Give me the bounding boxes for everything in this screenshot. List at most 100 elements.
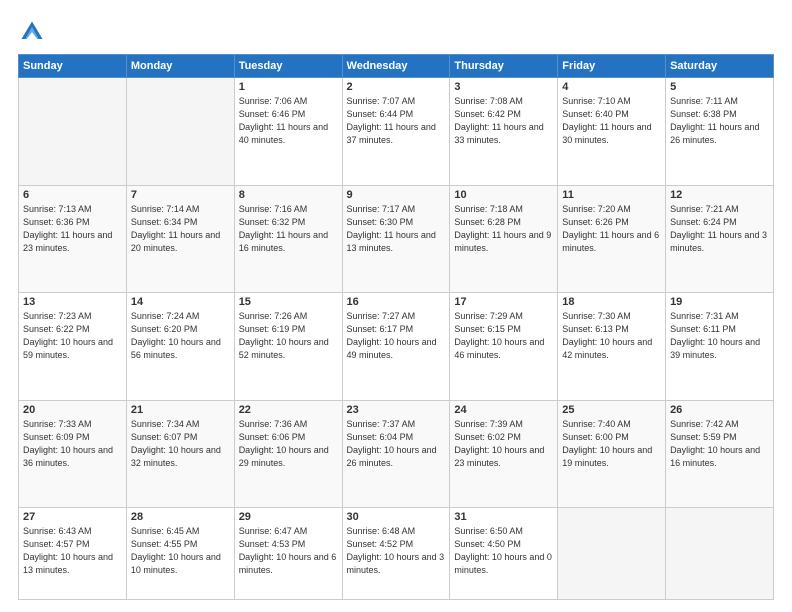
header-thursday: Thursday — [450, 55, 558, 78]
day-number: 23 — [347, 404, 446, 416]
header-saturday: Saturday — [666, 55, 774, 78]
day-number: 2 — [347, 81, 446, 93]
calendar-cell: 24 Sunrise: 7:39 AM Sunset: 6:02 PM Dayli… — [450, 400, 558, 508]
week-row-1: 1 Sunrise: 7:06 AM Sunset: 6:46 PM Daylig… — [19, 78, 774, 186]
week-row-3: 13Sunrise: 7:23 AM Sunset: 6:22 PM Dayli… — [19, 293, 774, 401]
cell-info: Sunrise: 7:24 AM Sunset: 6:20 PM Dayligh… — [131, 310, 230, 362]
day-number: 12 — [670, 189, 769, 201]
day-number: 29 — [239, 511, 338, 523]
calendar-cell: 25 Sunrise: 7:40 AM Sunset: 6:00 PM Dayli… — [558, 400, 666, 508]
calendar-cell — [666, 508, 774, 600]
calendar-cell: 4 Sunrise: 7:10 AM Sunset: 6:40 PM Daylig… — [558, 78, 666, 186]
calendar-cell: 6Sunrise: 7:13 AM Sunset: 6:36 PM Daylig… — [19, 185, 127, 293]
header — [18, 18, 774, 46]
cell-info: Sunrise: 7:10 AM Sunset: 6:40 PM Dayligh… — [562, 95, 661, 147]
cell-info: Sunrise: 7:42 AM Sunset: 5:59 PM Dayligh… — [670, 418, 769, 470]
cell-info: Sunrise: 7:30 AM Sunset: 6:13 PM Dayligh… — [562, 310, 661, 362]
cell-info: Sunrise: 7:06 AM Sunset: 6:46 PM Dayligh… — [239, 95, 338, 147]
calendar-cell: 14 Sunrise: 7:24 AM Sunset: 6:20 PM Dayli… — [126, 293, 234, 401]
cell-info: Sunrise: 7:07 AM Sunset: 6:44 PM Dayligh… — [347, 95, 446, 147]
calendar-header-row: SundayMondayTuesdayWednesdayThursdayFrid… — [19, 55, 774, 78]
calendar-cell: 5Sunrise: 7:11 AM Sunset: 6:38 PM Daylig… — [666, 78, 774, 186]
calendar-cell — [19, 78, 127, 186]
day-number: 7 — [131, 189, 230, 201]
cell-info: Sunrise: 7:21 AM Sunset: 6:24 PM Dayligh… — [670, 203, 769, 255]
calendar-cell — [558, 508, 666, 600]
day-number: 11 — [562, 189, 661, 201]
day-number: 20 — [23, 404, 122, 416]
calendar-cell: 2 Sunrise: 7:07 AM Sunset: 6:44 PM Daylig… — [342, 78, 450, 186]
calendar-cell: 22Sunrise: 7:36 AM Sunset: 6:06 PM Dayli… — [234, 400, 342, 508]
cell-info: Sunrise: 7:26 AM Sunset: 6:19 PM Dayligh… — [239, 310, 338, 362]
cell-info: Sunrise: 7:40 AM Sunset: 6:00 PM Dayligh… — [562, 418, 661, 470]
calendar-cell: 7 Sunrise: 7:14 AM Sunset: 6:34 PM Daylig… — [126, 185, 234, 293]
day-number: 24 — [454, 404, 553, 416]
cell-info: Sunrise: 7:33 AM Sunset: 6:09 PM Dayligh… — [23, 418, 122, 470]
cell-info: Sunrise: 7:11 AM Sunset: 6:38 PM Dayligh… — [670, 95, 769, 147]
day-number: 25 — [562, 404, 661, 416]
day-number: 19 — [670, 296, 769, 308]
day-number: 4 — [562, 81, 661, 93]
day-number: 31 — [454, 511, 553, 523]
calendar-cell: 19Sunrise: 7:31 AM Sunset: 6:11 PM Dayli… — [666, 293, 774, 401]
day-number: 26 — [670, 404, 769, 416]
logo — [18, 18, 50, 46]
calendar-cell: 18Sunrise: 7:30 AM Sunset: 6:13 PM Dayli… — [558, 293, 666, 401]
calendar-cell: 11 Sunrise: 7:20 AM Sunset: 6:26 PM Dayli… — [558, 185, 666, 293]
cell-info: Sunrise: 6:50 AM Sunset: 4:50 PM Dayligh… — [454, 525, 553, 577]
header-tuesday: Tuesday — [234, 55, 342, 78]
calendar-cell: 10 Sunrise: 7:18 AM Sunset: 6:28 PM Dayli… — [450, 185, 558, 293]
day-number: 6 — [23, 189, 122, 201]
week-row-5: 27Sunrise: 6:43 AM Sunset: 4:57 PM Dayli… — [19, 508, 774, 600]
day-number: 8 — [239, 189, 338, 201]
page: SundayMondayTuesdayWednesdayThursdayFrid… — [0, 0, 792, 612]
calendar-cell: 3Sunrise: 7:08 AM Sunset: 6:42 PM Daylig… — [450, 78, 558, 186]
day-number: 27 — [23, 511, 122, 523]
calendar-cell: 20 Sunrise: 7:33 AM Sunset: 6:09 PM Dayli… — [19, 400, 127, 508]
day-number: 16 — [347, 296, 446, 308]
header-monday: Monday — [126, 55, 234, 78]
day-number: 21 — [131, 404, 230, 416]
day-number: 14 — [131, 296, 230, 308]
calendar-cell: 9Sunrise: 7:17 AM Sunset: 6:30 PM Daylig… — [342, 185, 450, 293]
cell-info: Sunrise: 7:39 AM Sunset: 6:02 PM Dayligh… — [454, 418, 553, 470]
day-number: 30 — [347, 511, 446, 523]
calendar-cell: 15 Sunrise: 7:26 AM Sunset: 6:19 PM Dayli… — [234, 293, 342, 401]
cell-info: Sunrise: 7:34 AM Sunset: 6:07 PM Dayligh… — [131, 418, 230, 470]
header-wednesday: Wednesday — [342, 55, 450, 78]
calendar-cell: 12 Sunrise: 7:21 AM Sunset: 6:24 PM Dayli… — [666, 185, 774, 293]
week-row-4: 20 Sunrise: 7:33 AM Sunset: 6:09 PM Dayli… — [19, 400, 774, 508]
calendar-cell: 27Sunrise: 6:43 AM Sunset: 4:57 PM Dayli… — [19, 508, 127, 600]
cell-info: Sunrise: 6:45 AM Sunset: 4:55 PM Dayligh… — [131, 525, 230, 577]
calendar-cell: 21 Sunrise: 7:34 AM Sunset: 6:07 PM Dayli… — [126, 400, 234, 508]
calendar-cell: 13Sunrise: 7:23 AM Sunset: 6:22 PM Dayli… — [19, 293, 127, 401]
cell-info: Sunrise: 6:48 AM Sunset: 4:52 PM Dayligh… — [347, 525, 446, 577]
day-number: 1 — [239, 81, 338, 93]
calendar-cell: 30 Sunrise: 6:48 AM Sunset: 4:52 PM Dayli… — [342, 508, 450, 600]
calendar-cell: 31 Sunrise: 6:50 AM Sunset: 4:50 PM Dayli… — [450, 508, 558, 600]
header-sunday: Sunday — [19, 55, 127, 78]
calendar-cell: 16 Sunrise: 7:27 AM Sunset: 6:17 PM Dayli… — [342, 293, 450, 401]
day-number: 28 — [131, 511, 230, 523]
calendar-cell: 26 Sunrise: 7:42 AM Sunset: 5:59 PM Dayli… — [666, 400, 774, 508]
cell-info: Sunrise: 7:37 AM Sunset: 6:04 PM Dayligh… — [347, 418, 446, 470]
logo-icon — [18, 18, 46, 46]
week-row-2: 6Sunrise: 7:13 AM Sunset: 6:36 PM Daylig… — [19, 185, 774, 293]
cell-info: Sunrise: 7:27 AM Sunset: 6:17 PM Dayligh… — [347, 310, 446, 362]
cell-info: Sunrise: 7:20 AM Sunset: 6:26 PM Dayligh… — [562, 203, 661, 255]
calendar-cell: 17Sunrise: 7:29 AM Sunset: 6:15 PM Dayli… — [450, 293, 558, 401]
calendar-cell: 8Sunrise: 7:16 AM Sunset: 6:32 PM Daylig… — [234, 185, 342, 293]
cell-info: Sunrise: 7:23 AM Sunset: 6:22 PM Dayligh… — [23, 310, 122, 362]
day-number: 10 — [454, 189, 553, 201]
day-number: 3 — [454, 81, 553, 93]
calendar-cell: 1 Sunrise: 7:06 AM Sunset: 6:46 PM Daylig… — [234, 78, 342, 186]
cell-info: Sunrise: 7:14 AM Sunset: 6:34 PM Dayligh… — [131, 203, 230, 255]
day-number: 9 — [347, 189, 446, 201]
day-number: 15 — [239, 296, 338, 308]
cell-info: Sunrise: 7:29 AM Sunset: 6:15 PM Dayligh… — [454, 310, 553, 362]
cell-info: Sunrise: 6:47 AM Sunset: 4:53 PM Dayligh… — [239, 525, 338, 577]
cell-info: Sunrise: 7:18 AM Sunset: 6:28 PM Dayligh… — [454, 203, 553, 255]
calendar-cell: 29 Sunrise: 6:47 AM Sunset: 4:53 PM Dayli… — [234, 508, 342, 600]
calendar: SundayMondayTuesdayWednesdayThursdayFrid… — [18, 54, 774, 600]
calendar-cell: 23 Sunrise: 7:37 AM Sunset: 6:04 PM Dayli… — [342, 400, 450, 508]
